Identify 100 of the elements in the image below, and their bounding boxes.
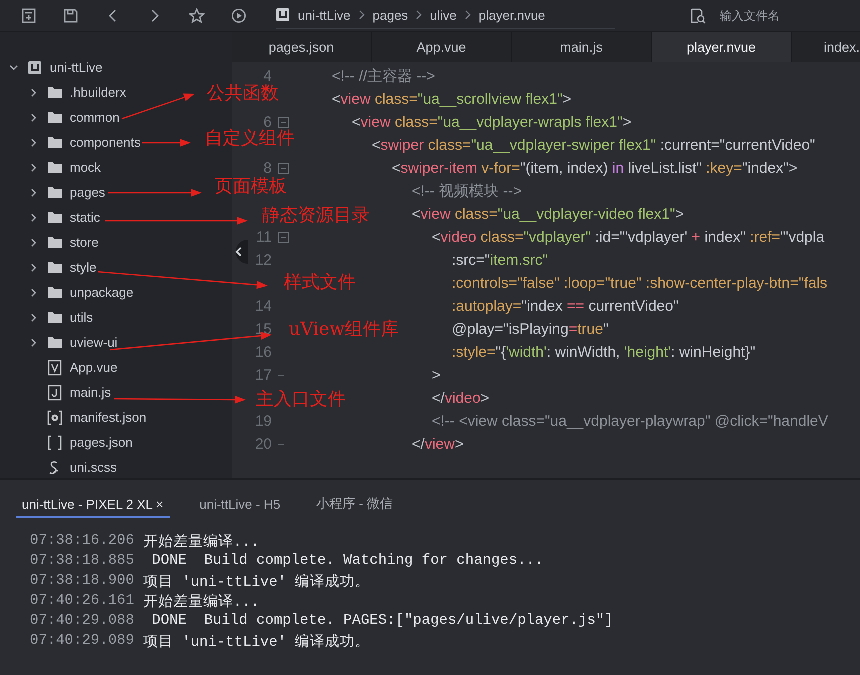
code-line: <swiper-item v-for="(item, index) in liveList.list" :key="index"> [392,160,798,177]
line-number: 16 [254,344,272,361]
fold-icon[interactable] [278,232,289,243]
expand-caret-icon[interactable] [29,188,39,198]
folder-icon [47,286,63,299]
folder-name[interactable]: common [70,110,120,125]
folder-icon [47,161,63,174]
expand-caret-icon[interactable] [29,138,39,148]
search-icon [690,8,706,24]
folder-name[interactable]: unpackage [70,285,134,300]
save-icon[interactable] [63,8,79,24]
tab-label[interactable]: 小程序 - 微信 [316,495,394,513]
file-name[interactable]: main.js [70,385,112,400]
console-tab[interactable]: uni-ttLive - PIXEL 2 XL × [16,492,170,518]
editor-tab[interactable]: pages.json [232,32,372,62]
log-message: 项目 'uni-ttLive' 编译成功。 [143,633,370,650]
expand-caret-icon[interactable] [29,112,39,122]
close-button[interactable]: × [156,496,164,512]
breadcrumb-item[interactable]: uni-ttLive [298,8,351,22]
line-number: 20 [254,436,272,453]
editor-tab[interactable]: App.vue [372,32,512,62]
code-line: :style="{'width': winWidth, 'height': winHeight}" [452,344,756,361]
code-line: <view class="ua__vdplayer-wrapls flex1"> [352,114,632,131]
settings-file-icon [47,410,63,426]
expand-caret-icon[interactable] [29,288,39,298]
folder-name[interactable]: style [70,260,97,275]
line-number: 8 [262,160,272,177]
log-timestamp: 07:38:18.900 [30,573,134,589]
folder-icon [47,261,63,274]
project-icon [276,8,290,22]
code-line: :controls="false" :loop="true" :show-center-play-btn="fals [452,275,828,292]
expand-caret-icon[interactable] [29,262,39,272]
line-number: 11 [255,229,272,246]
code-line: <view class="ua__scrollview flex1"> [332,91,572,108]
console-tab[interactable]: uni-ttLive - H5 [194,492,287,518]
tab-label[interactable]: uni-ttLive - H5 [200,496,281,512]
tab-label[interactable]: uni-ttLive - PIXEL 2 XL [22,496,154,512]
fold-icon[interactable] [278,117,289,128]
line-number: 4 [264,68,272,85]
annotation-label: 样式文件 [284,271,356,295]
file-icon [48,360,62,376]
fold-icon[interactable] [278,163,289,174]
collapse-caret-icon[interactable] [9,62,19,72]
file-name[interactable]: pages.json [70,435,133,450]
file-name[interactable]: uni.scss [70,460,117,475]
console-tab[interactable]: 小程序 - 微信 [310,492,400,518]
log-message: 项目 'uni-ttLive' 编译成功。 [143,573,370,590]
expand-caret-icon[interactable] [29,312,39,322]
folder-name[interactable]: utils [70,310,94,325]
folder-name[interactable]: mock [70,160,102,175]
folder-icon [47,136,63,149]
expand-caret-icon[interactable] [29,338,39,348]
folder-name[interactable]: uview-ui [70,335,118,350]
project-icon [28,60,42,74]
editor-tab[interactable]: index. [792,32,860,62]
new-file-icon[interactable] [21,8,37,24]
line-number: 15 [254,321,272,338]
expand-caret-icon[interactable] [29,88,39,98]
file-icon [48,384,62,400]
code-line: <!-- //主容器 --> [332,67,436,86]
folder-icon [47,186,63,199]
chevron-right-icon [416,10,422,20]
folder-icon [47,311,63,324]
editor-tab[interactable]: player.nvue [652,32,792,62]
folder-icon [47,336,63,349]
file-name[interactable]: App.vue [70,360,118,375]
breadcrumb-item[interactable]: player.nvue [478,8,546,22]
play-icon[interactable] [231,8,247,24]
code-line: :src="item.src" [452,252,548,269]
folder-name[interactable]: pages [70,185,106,200]
code-line: </video> [432,390,490,407]
search-field[interactable]: 输入文件名 [720,8,830,22]
annotation-label: uView组件库 [289,318,400,342]
code-line: <view class="ua__vdplayer-video flex1"> [412,206,684,223]
breadcrumb-item[interactable]: pages [372,8,408,22]
annotation-label: 主入口文件 [256,388,346,412]
code-line: @play="isPlaying=true" [452,321,609,338]
expand-caret-icon[interactable] [29,238,39,248]
log-message: DONE Build complete. Watching for changes... [151,553,544,569]
code-line: </view> [412,436,464,453]
folder-icon [47,86,63,99]
file-name[interactable]: manifest.json [70,410,147,425]
chevron-right-icon [464,10,471,20]
folder-name[interactable]: .hbuilderx [70,85,126,100]
log-timestamp: 07:40:29.088 [30,613,134,629]
folder-name[interactable]: store [70,235,99,250]
folder-name[interactable]: components [70,135,141,150]
line-number: 12 [254,252,272,269]
line-number: 14 [254,298,272,315]
log-timestamp: 07:40:29.089 [30,633,134,649]
star-icon[interactable] [189,8,205,24]
expand-caret-icon[interactable] [29,212,39,222]
folder-name[interactable]: static [70,210,100,225]
chevron-right-icon [358,10,365,20]
folder-icon [47,211,63,224]
log-timestamp: 07:38:18.885 [30,553,134,569]
folder-name[interactable]: uni-ttLive [50,60,103,75]
code-line: <video class="vdplayer" :id="'vdplayer' + index" :ref="'vdpla [432,229,825,246]
breadcrumb-item[interactable]: ulive [430,8,457,22]
expand-caret-icon[interactable] [29,162,39,172]
